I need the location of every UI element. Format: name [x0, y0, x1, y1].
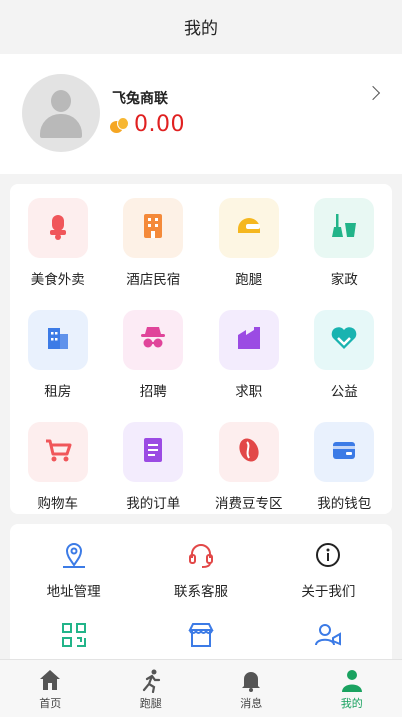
- service-label: 我的订单: [126, 496, 181, 512]
- info-icon: [311, 538, 345, 572]
- helmet-icon: [234, 211, 264, 245]
- page-title: 我的: [184, 18, 218, 39]
- tool-item[interactable]: 联系客服: [137, 538, 264, 600]
- service-item[interactable]: 酒店民宿: [106, 198, 202, 288]
- services-grid: 美食外卖 酒店民宿 跑腿 家政租房 招聘 求职 公益购物车 我的订单 消费豆专区 我的钱包: [10, 198, 392, 512]
- service-tile[interactable]: [314, 198, 375, 258]
- service-tile[interactable]: [314, 310, 375, 370]
- service-label: 招聘: [139, 384, 167, 400]
- tab-label: 跑腿: [139, 696, 162, 710]
- order-list-icon: [138, 435, 168, 469]
- building-icon: [138, 211, 168, 245]
- service-tile[interactable]: [123, 198, 184, 258]
- location-pin-icon: [57, 538, 91, 572]
- service-tile[interactable]: [27, 310, 88, 370]
- services-panel: 美食外卖 酒店民宿 跑腿 家政租房 招聘 求职 公益购物车 我的订单 消费豆专区 我的钱包: [10, 184, 392, 514]
- spy-icon: [138, 323, 168, 357]
- balance-row: 0.00: [110, 112, 185, 137]
- service-tile[interactable]: [27, 198, 88, 258]
- bottom-tab-bar: 首页 跑腿 消息 我的: [0, 659, 402, 717]
- service-label: 跑腿: [235, 272, 263, 288]
- service-label: 我的钱包: [317, 496, 372, 512]
- tool-item[interactable]: 地址管理: [10, 538, 137, 600]
- service-tile[interactable]: [123, 422, 184, 482]
- service-item[interactable]: 美食外卖: [10, 198, 106, 288]
- broom-bucket-icon: [329, 211, 359, 245]
- tool-label: 联系客服: [173, 584, 228, 600]
- service-item[interactable]: 购物车: [10, 422, 106, 512]
- service-label: 家政: [330, 272, 358, 288]
- home-icon: [37, 667, 63, 693]
- apartment-icon: [43, 323, 73, 357]
- service-item[interactable]: 公益: [297, 310, 393, 400]
- promoter-icon: [311, 618, 345, 652]
- bell-icon: [238, 667, 264, 693]
- chevron-right-icon[interactable]: [365, 85, 381, 101]
- tab-label: 我的: [340, 696, 363, 710]
- balance-amount: 0.00: [134, 112, 185, 137]
- headset-icon: [184, 538, 218, 572]
- service-label: 美食外卖: [30, 272, 85, 288]
- service-item[interactable]: 招聘: [106, 310, 202, 400]
- service-item[interactable]: 求职: [201, 310, 297, 400]
- service-item[interactable]: 我的钱包: [297, 422, 393, 512]
- avatar-body-icon: [40, 114, 82, 138]
- service-item[interactable]: 消费豆专区: [201, 422, 297, 512]
- user-icon: [339, 667, 365, 693]
- avatar[interactable]: [22, 74, 100, 152]
- tab-0[interactable]: 首页: [0, 660, 101, 717]
- wallet-icon: [329, 435, 359, 469]
- tool-label: 地址管理: [46, 584, 101, 600]
- service-item[interactable]: 我的订单: [106, 422, 202, 512]
- service-label: 酒店民宿: [126, 272, 181, 288]
- service-item[interactable]: 家政: [297, 198, 393, 288]
- user-name: 飞兔商联: [112, 91, 168, 107]
- service-label: 消费豆专区: [215, 496, 283, 512]
- heart-hands-icon: [329, 323, 359, 357]
- profile-card[interactable]: 飞兔商联 0.00: [0, 54, 402, 174]
- service-label: 购物车: [37, 496, 79, 512]
- service-tile[interactable]: [218, 422, 279, 482]
- service-label: 公益: [330, 384, 358, 400]
- runner-icon: [138, 667, 164, 693]
- factory-icon: [234, 323, 264, 357]
- tool-item[interactable]: 关于我们: [265, 538, 392, 600]
- tab-2[interactable]: 消息: [201, 660, 302, 717]
- qr-code-icon: [57, 618, 91, 652]
- storefront-icon: [184, 618, 218, 652]
- service-tile[interactable]: [27, 422, 88, 482]
- scooter-icon: [43, 211, 73, 245]
- service-tile[interactable]: [314, 422, 375, 482]
- avatar-head-icon: [51, 90, 71, 112]
- top-bar: 我的: [0, 0, 402, 52]
- cart-icon: [43, 435, 73, 469]
- service-label: 租房: [44, 384, 72, 400]
- tab-3[interactable]: 我的: [302, 660, 402, 717]
- service-tile[interactable]: [218, 198, 279, 258]
- service-item[interactable]: 租房: [10, 310, 106, 400]
- service-tile[interactable]: [218, 310, 279, 370]
- tab-1[interactable]: 跑腿: [101, 660, 202, 717]
- service-tile[interactable]: [123, 310, 184, 370]
- consumption-bean-icon: [110, 116, 130, 134]
- tab-label: 消息: [240, 696, 263, 710]
- tab-label: 首页: [39, 696, 62, 710]
- service-item[interactable]: 跑腿: [201, 198, 297, 288]
- tool-label: 关于我们: [301, 584, 356, 600]
- bean-icon: [234, 435, 264, 469]
- service-label: 求职: [235, 384, 263, 400]
